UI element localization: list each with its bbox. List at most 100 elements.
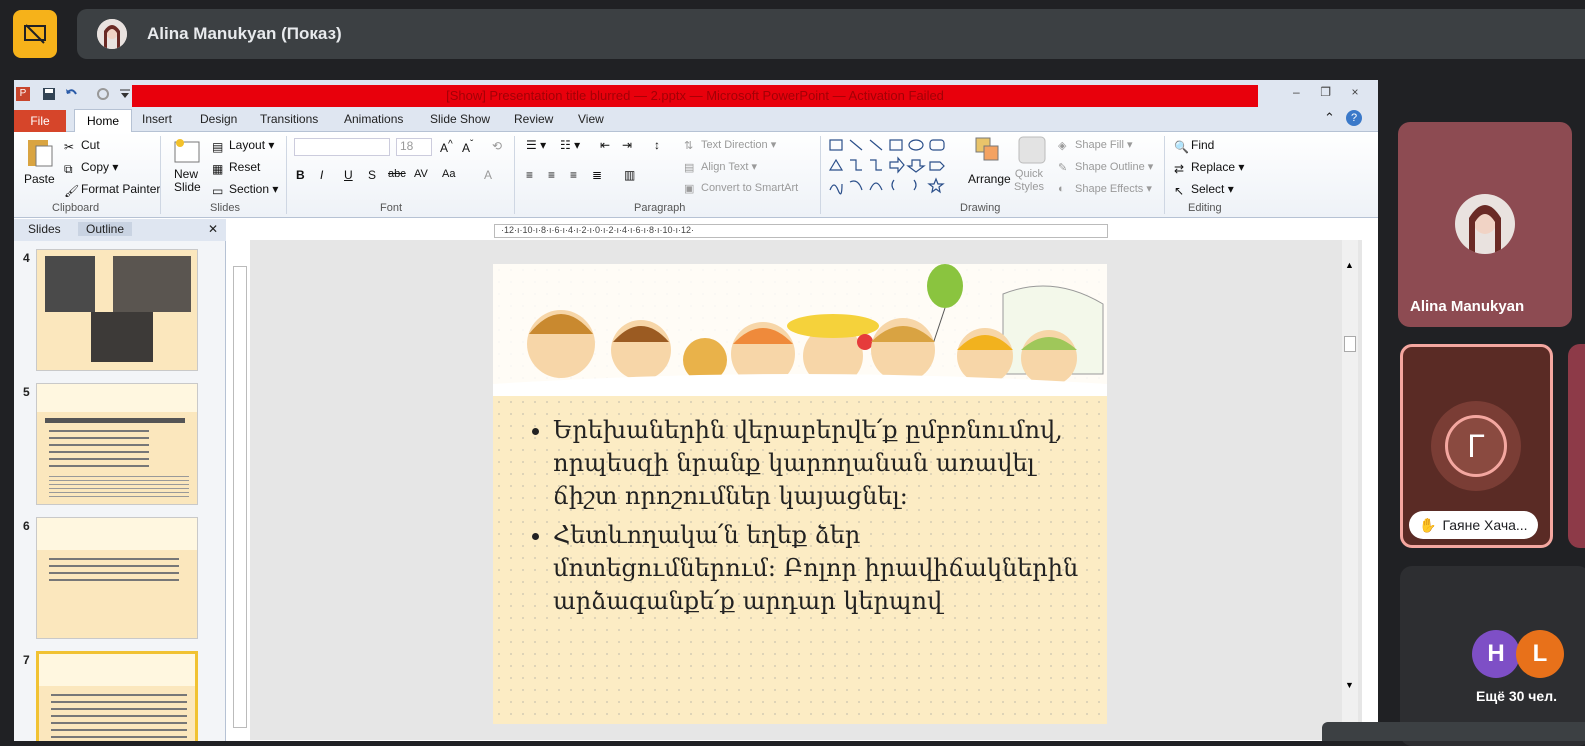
- slide-bullet-list[interactable]: Երեխաներին վերաբերվե՛ք ըմբռնումով, որպես…: [527, 414, 1087, 624]
- replace-button[interactable]: ⇄ Replace ▾: [1174, 160, 1244, 176]
- new-slide-icon[interactable]: [172, 136, 202, 169]
- close-button[interactable]: ×: [1342, 85, 1368, 99]
- section-button[interactable]: ▭ Section ▾: [212, 182, 278, 198]
- cut-button[interactable]: ✂ Cut: [64, 138, 100, 154]
- undo-icon[interactable]: [64, 87, 78, 101]
- font-size-select[interactable]: 18: [396, 138, 432, 156]
- grow-font-icon[interactable]: A^: [440, 139, 453, 155]
- help-icon[interactable]: ?: [1346, 110, 1362, 126]
- text-direction-label: Text Direction: [701, 139, 768, 151]
- redo-icon[interactable]: [96, 87, 110, 101]
- format-painter-label: Format Painter: [81, 182, 161, 196]
- participant-name: Гаяне Хача...: [1442, 517, 1528, 533]
- find-button[interactable]: 🔍 Find: [1174, 138, 1214, 154]
- arrange-icon[interactable]: [972, 134, 1004, 169]
- scroll-thumb[interactable]: [1344, 336, 1356, 352]
- slide-thumbnail-7[interactable]: [36, 651, 198, 741]
- convert-smartart-label: Convert to SmartArt: [701, 182, 799, 194]
- align-right-icon[interactable]: ≡: [570, 168, 577, 182]
- slide-thumbnail-5[interactable]: [36, 383, 198, 505]
- shape-effects-button[interactable]: ◐ Shape Effects ▾: [1058, 182, 1152, 195]
- paste-icon[interactable]: [24, 136, 54, 171]
- effects-icon: ◐: [1058, 183, 1065, 196]
- binoculars-icon: 🔍: [1174, 139, 1189, 154]
- cursor-icon: ↖: [1174, 183, 1185, 198]
- strikethrough-button[interactable]: abc: [388, 168, 406, 180]
- tab-design[interactable]: Design: [200, 112, 237, 126]
- columns-icon[interactable]: ▥: [624, 168, 635, 182]
- section-label: Section: [229, 182, 270, 196]
- tab-home[interactable]: Home: [74, 109, 132, 133]
- reset-button[interactable]: ▦ Reset: [212, 160, 260, 176]
- reset-icon: ▦: [212, 161, 224, 176]
- vertical-scrollbar[interactable]: ▲ ▼: [1342, 240, 1358, 740]
- clipboard-group-label: Clipboard: [52, 202, 100, 214]
- minimize-button[interactable]: –: [1283, 85, 1309, 99]
- customize-toolbar-icon[interactable]: [118, 87, 132, 101]
- tab-outline[interactable]: Outline: [78, 222, 133, 236]
- shapes-gallery[interactable]: [828, 136, 958, 199]
- shape-outline-button[interactable]: ✎ Shape Outline ▾: [1058, 160, 1153, 174]
- participant-tile-alina[interactable]: Alina Manukyan: [1398, 122, 1572, 327]
- shadow-button[interactable]: S: [368, 168, 376, 182]
- scroll-down-icon[interactable]: ▼: [1345, 680, 1354, 690]
- align-text-button[interactable]: ▤ Align Text ▾: [684, 160, 757, 174]
- copy-label: Copy: [81, 160, 110, 174]
- copy-button[interactable]: ⧉ Copy ▾: [64, 160, 118, 176]
- italic-button[interactable]: I: [320, 168, 323, 182]
- layout-button[interactable]: ▤ Layout ▾: [212, 138, 274, 154]
- decrease-indent-icon[interactable]: ⇤: [600, 138, 610, 152]
- tab-transitions[interactable]: Transitions: [260, 112, 318, 126]
- align-left-icon[interactable]: ≡: [526, 168, 533, 182]
- new-slide-button[interactable]: New Slide: [174, 168, 201, 194]
- restore-button[interactable]: ❐: [1313, 85, 1339, 99]
- font-color-button[interactable]: A: [484, 168, 492, 182]
- format-painter-button[interactable]: 🖌 Format Painter: [64, 182, 161, 198]
- justify-icon[interactable]: ≣: [592, 168, 602, 182]
- stop-presenting-icon[interactable]: [13, 10, 57, 58]
- shape-fill-button[interactable]: ◈ Shape Fill ▾: [1058, 138, 1133, 152]
- ribbon-minimize-icon[interactable]: ⌃: [1324, 110, 1335, 126]
- tab-slide-show[interactable]: Slide Show: [430, 112, 490, 126]
- thumb-number: 7: [23, 653, 30, 667]
- tab-insert[interactable]: Insert: [142, 112, 172, 126]
- scroll-up-icon[interactable]: ▲: [1345, 260, 1354, 270]
- paste-button[interactable]: Paste: [24, 172, 55, 186]
- title-bar: P [Show] Presentation title blurred — 2.…: [14, 80, 1378, 108]
- quick-styles-icon[interactable]: [1016, 134, 1048, 169]
- font-family-select[interactable]: [294, 138, 390, 156]
- raised-hand-icon: ✋: [1419, 516, 1437, 533]
- character-spacing-button[interactable]: AV: [414, 168, 428, 180]
- increase-indent-icon[interactable]: ⇥: [622, 138, 632, 152]
- text-direction-button[interactable]: ⇅ Text Direction ▾: [684, 138, 776, 152]
- tab-slides[interactable]: Slides: [28, 222, 61, 236]
- bold-button[interactable]: B: [296, 168, 305, 182]
- align-center-icon[interactable]: ≡: [548, 168, 555, 182]
- slide-thumbnail-6[interactable]: [36, 517, 198, 639]
- current-slide[interactable]: Երեխաներին վերաբերվե՛ք ըմբռնումով, որպես…: [493, 264, 1107, 724]
- participant-tile-gayane[interactable]: Г ✋ Гаяне Хача...: [1400, 344, 1553, 548]
- select-button[interactable]: ↖ Select ▾: [1174, 182, 1234, 198]
- tab-view[interactable]: View: [578, 112, 604, 126]
- tab-animations[interactable]: Animations: [344, 112, 403, 126]
- numbering-icon[interactable]: ☷ ▾: [560, 138, 580, 152]
- tab-review[interactable]: Review: [514, 112, 553, 126]
- shrink-font-icon[interactable]: Aˇ: [462, 139, 473, 155]
- change-case-button[interactable]: Aa: [442, 168, 455, 180]
- tab-file[interactable]: File: [14, 110, 66, 132]
- presenter-avatar: [97, 19, 127, 49]
- clear-formatting-icon[interactable]: ⟲: [492, 139, 502, 153]
- convert-smartart-button[interactable]: ▣ Convert to SmartArt: [684, 182, 799, 195]
- close-pane-icon[interactable]: ✕: [208, 222, 218, 236]
- arrange-button[interactable]: Arrange: [968, 172, 1011, 186]
- line-spacing-icon[interactable]: ↕: [654, 138, 660, 152]
- more-participants-tile[interactable]: H L Ещё 30 чел.: [1400, 566, 1585, 746]
- quick-styles-button[interactable]: Quick Styles: [1014, 168, 1044, 194]
- replace-label: Replace: [1191, 160, 1236, 174]
- font-group-label: Font: [380, 202, 403, 214]
- bullets-icon[interactable]: ☰ ▾: [526, 138, 546, 152]
- participant-tile-partial[interactable]: [1568, 344, 1585, 548]
- save-icon[interactable]: [42, 87, 56, 101]
- underline-button[interactable]: U: [344, 168, 353, 182]
- slide-thumbnail-4[interactable]: [36, 249, 198, 371]
